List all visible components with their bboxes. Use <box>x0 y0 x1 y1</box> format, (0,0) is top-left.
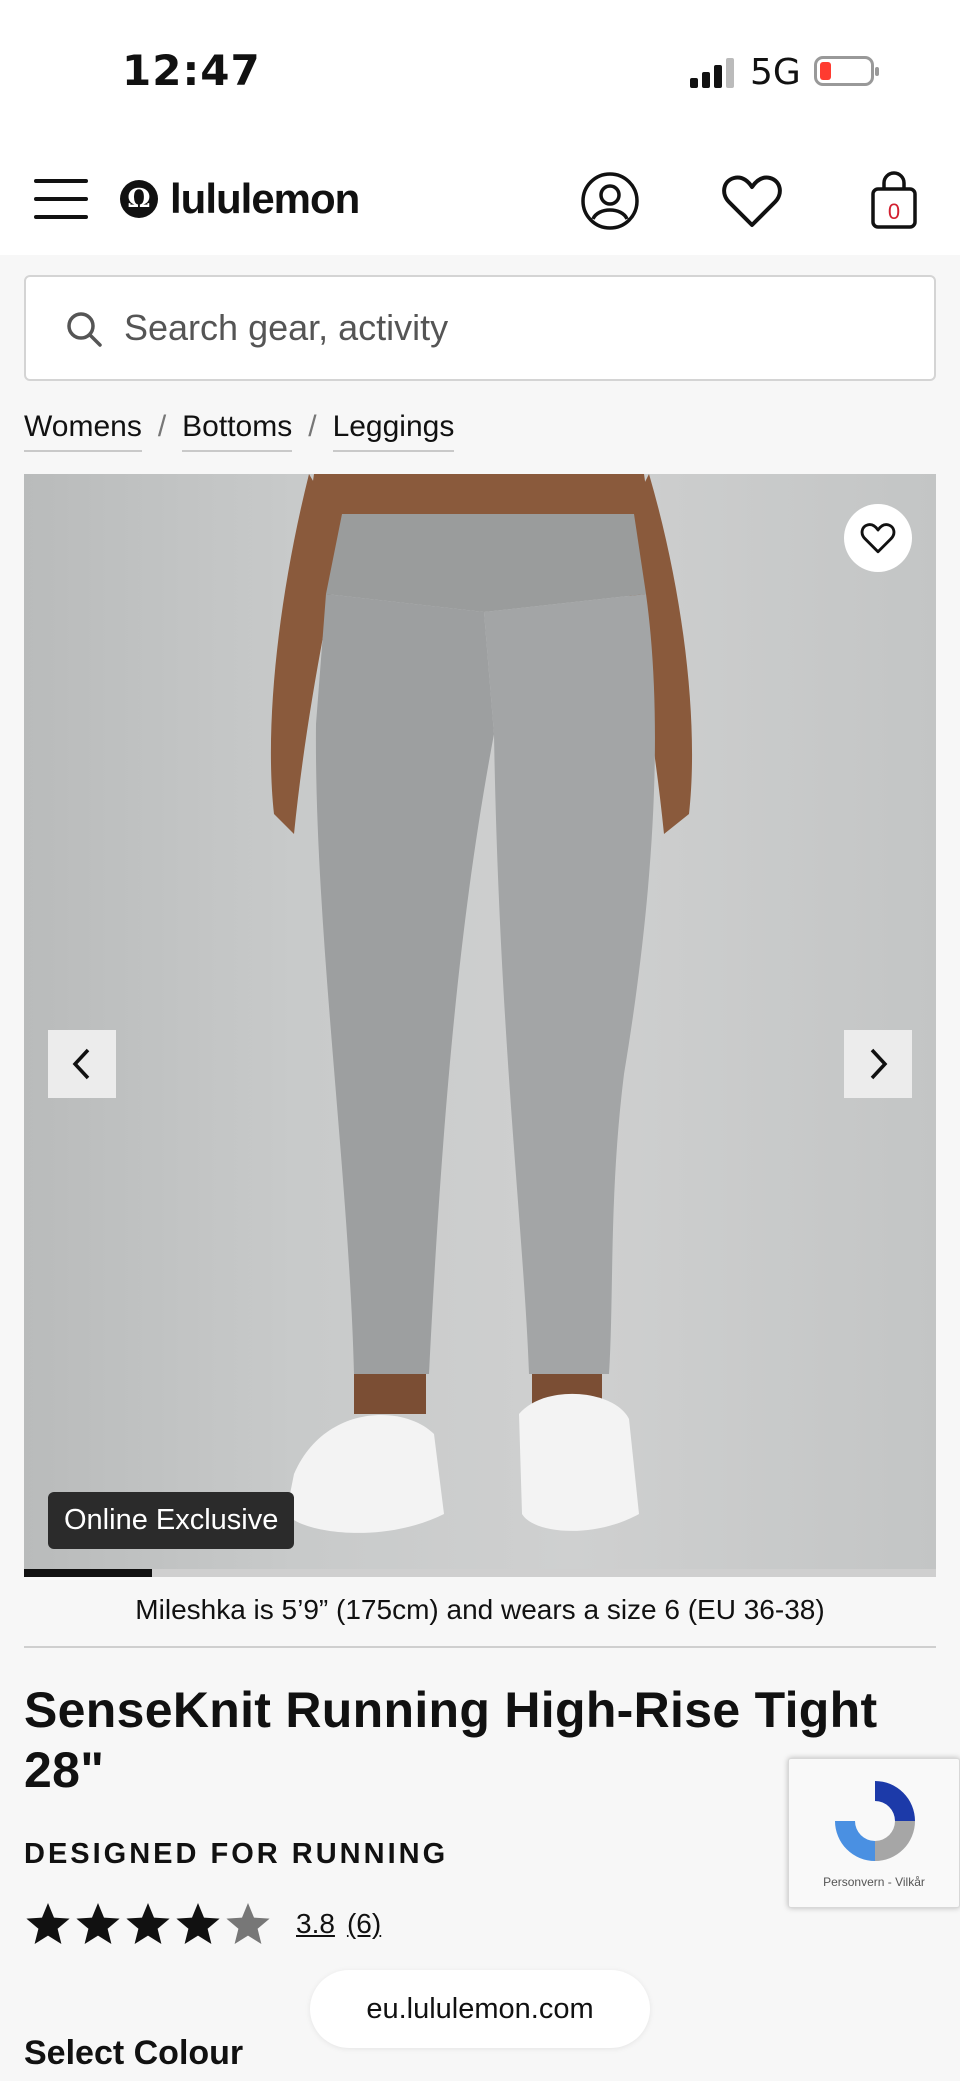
star-icon <box>126 1903 170 1944</box>
status-time: 12:47 <box>122 46 261 95</box>
chevron-right-icon <box>870 1048 888 1080</box>
search-input[interactable] <box>124 307 934 349</box>
account-icon[interactable] <box>578 169 642 233</box>
bag-count-badge: 0 <box>887 199 901 224</box>
model-size-caption: Mileshka is 5’9” (175cm) and wears a siz… <box>24 1594 936 1648</box>
star-icon <box>226 1903 270 1944</box>
wishlist-icon[interactable] <box>720 169 784 233</box>
heart-icon <box>860 523 896 554</box>
product-rating: 3.8 (6) <box>24 1900 381 1948</box>
shopping-bag-icon[interactable]: 0 <box>862 169 926 233</box>
product-image <box>270 474 693 1533</box>
breadcrumb-separator: / <box>157 410 167 443</box>
previous-image-button[interactable] <box>48 1030 116 1098</box>
status-bar: 12:47 5G <box>0 0 960 135</box>
breadcrumb-womens[interactable]: Womens <box>24 410 142 452</box>
breadcrumb-bottoms[interactable]: Bottoms <box>182 410 293 452</box>
product-title: SenseKnit Running High-Rise Tight 28" <box>24 1682 878 1798</box>
designed-for-label: DESIGNED FOR RUNNING <box>24 1838 449 1870</box>
signal-icon <box>690 56 736 88</box>
chevron-left-icon <box>72 1048 90 1080</box>
product-image-gallery[interactable]: Online Exclusive <box>24 474 936 1577</box>
recaptcha-badge[interactable]: Personvern - Vilkår <box>788 1758 960 1908</box>
breadcrumb-separator: / <box>308 410 317 443</box>
breadcrumb-leggings[interactable]: Leggings <box>332 410 455 452</box>
browser-url-bar[interactable]: eu.lululemon.com <box>310 1970 650 2048</box>
favorite-button[interactable] <box>844 504 912 572</box>
recaptcha-label: Personvern - Vilkår <box>823 1875 925 1889</box>
brand-name: lululemon <box>170 175 360 222</box>
gallery-progress-bar <box>24 1569 936 1577</box>
brand-logo[interactable]: Ω lululemon <box>120 175 360 223</box>
rating-stars <box>24 1900 272 1948</box>
select-colour-heading: Select Colour <box>24 2034 244 2072</box>
next-image-button[interactable] <box>844 1030 912 1098</box>
rating-value[interactable]: 3.8 <box>296 1908 335 1940</box>
search-icon <box>67 312 102 347</box>
star-icon <box>26 1903 70 1944</box>
gallery-progress-fill <box>24 1569 152 1577</box>
battery-icon <box>814 56 879 86</box>
online-exclusive-badge: Online Exclusive <box>48 1492 295 1549</box>
star-icon <box>176 1903 220 1944</box>
menu-icon[interactable] <box>34 179 88 219</box>
recaptcha-icon <box>835 1781 915 1861</box>
network-label: 5G <box>750 52 801 93</box>
star-icon <box>76 1903 120 1944</box>
search-box <box>24 275 936 381</box>
review-count[interactable]: (6) <box>347 1908 381 1940</box>
site-header: Ω lululemon 0 <box>0 135 960 255</box>
lululemon-logo-icon: Ω <box>120 180 158 218</box>
breadcrumb: Womens / Bottoms / Leggings <box>0 401 960 461</box>
